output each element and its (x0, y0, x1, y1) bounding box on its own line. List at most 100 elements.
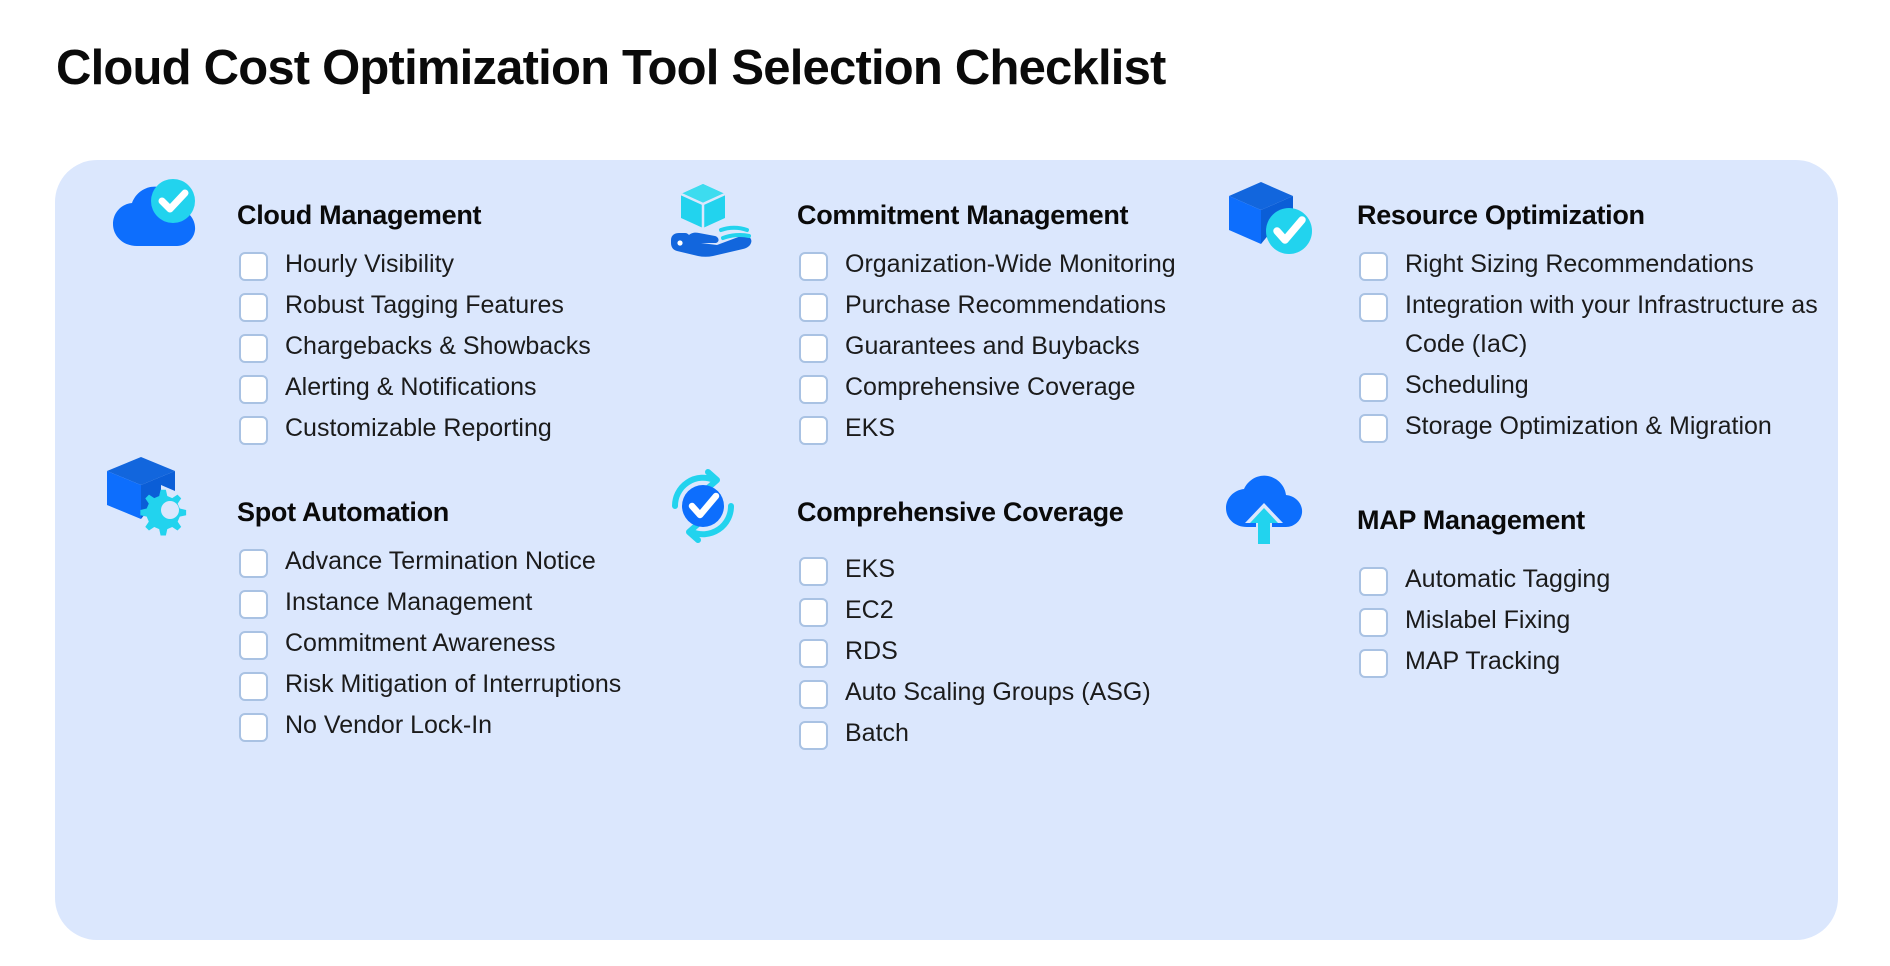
checklist-item[interactable]: Hourly Visibility (239, 250, 669, 284)
section-map-management: MAP Management Automatic Tagging Mislabe… (1226, 455, 1807, 678)
section-header: Spot Automation (107, 455, 667, 536)
checkbox[interactable] (799, 416, 828, 445)
checklist-item[interactable]: Robust Tagging Features (239, 291, 669, 325)
checklist-item[interactable]: EKS (799, 555, 1229, 589)
checklist-item-label: EKS (845, 414, 896, 442)
checklist-item-label: Storage Optimization & Migration (1405, 412, 1772, 440)
checklist-item-label: No Vendor Lock-In (285, 711, 493, 739)
checklist-item[interactable]: Purchase Recommendations (799, 291, 1259, 325)
checklist-infographic: Cloud Cost Optimization Tool Selection C… (0, 0, 1890, 966)
checklist-item[interactable]: Risk Mitigation of Interruptions (239, 670, 669, 704)
checkbox[interactable] (1359, 373, 1388, 402)
checkbox[interactable] (1359, 567, 1388, 596)
section-title: Spot Automation (237, 497, 449, 527)
checklist-item-label: EC2 (845, 596, 894, 624)
checklist-item-label: Robust Tagging Features (285, 291, 564, 319)
cloud-check-icon (107, 178, 203, 260)
checklist-item[interactable]: RDS (799, 637, 1229, 671)
checkbox[interactable] (1359, 252, 1388, 281)
checklist-items: Organization-Wide Monitoring Purchase Re… (799, 250, 1259, 455)
checkbox[interactable] (1359, 649, 1388, 678)
checklist-item[interactable]: No Vendor Lock-In (239, 711, 669, 745)
checkbox[interactable] (799, 375, 828, 404)
checkbox[interactable] (239, 375, 268, 404)
checklist-item[interactable]: Right Sizing Recommendations (1359, 250, 1819, 284)
section-commitment-management: Commitment Management Organization-Wide … (667, 178, 1227, 445)
checklist-item[interactable]: Instance Management (239, 588, 669, 622)
checklist-item[interactable]: Batch (799, 719, 1229, 753)
checklist-item-label: Right Sizing Recommendations (1405, 250, 1754, 278)
checkbox[interactable] (799, 721, 828, 750)
checklist-items: EKS EC2 RDS Auto Scaling Groups (ASG) Ba… (799, 555, 1229, 760)
checklist-item-label: Instance Management (285, 588, 533, 616)
section-title: Cloud Management (237, 200, 482, 230)
checkbox[interactable] (239, 293, 268, 322)
section-title: Resource Optimization (1357, 200, 1645, 230)
checklist-item[interactable]: Storage Optimization & Migration (1359, 412, 1819, 446)
checklist-item-label: Mislabel Fixing (1405, 606, 1571, 634)
section-header: Comprehensive Coverage (667, 455, 1227, 543)
checklist-item-label: Scheduling (1405, 371, 1529, 399)
checkbox[interactable] (239, 672, 268, 701)
checkbox[interactable] (799, 680, 828, 709)
checkbox[interactable] (1359, 414, 1388, 443)
checklist-item[interactable]: Auto Scaling Groups (ASG) (799, 678, 1229, 712)
section-title: MAP Management (1357, 505, 1585, 535)
checklist-item-label: Alerting & Notifications (285, 373, 537, 401)
checklist-item[interactable]: Chargebacks & Showbacks (239, 332, 669, 366)
cloud-upload-icon (1221, 475, 1317, 557)
checklist-item-label: Integration with your Infrastructure as … (1405, 291, 1818, 358)
section-resource-optimization: Resource Optimization Right Sizing Recom… (1227, 178, 1818, 443)
section-title: Comprehensive Coverage (797, 497, 1124, 527)
checklist-item-label: Automatic Tagging (1405, 565, 1611, 593)
checklist-items: Right Sizing Recommendations Integration… (1359, 250, 1819, 453)
checklist-item[interactable]: Comprehensive Coverage (799, 373, 1259, 407)
checklist-card: Cloud Management Hourly Visibility Robus… (55, 160, 1838, 940)
section-comprehensive-coverage: Comprehensive Coverage EKS EC2 RDS Auto … (667, 455, 1227, 750)
checklist-item[interactable]: Organization-Wide Monitoring (799, 250, 1259, 284)
checkbox[interactable] (799, 557, 828, 586)
section-header: MAP Management (1226, 455, 1807, 545)
checklist-item-label: Advance Termination Notice (285, 547, 596, 575)
checkbox[interactable] (799, 598, 828, 627)
checkbox[interactable] (239, 631, 268, 660)
checklist-item[interactable]: Advance Termination Notice (239, 547, 669, 581)
checklist-item-label: Commitment Awareness (285, 629, 556, 657)
checklist-item-label: Batch (845, 719, 909, 747)
checklist-item-label: EKS (845, 555, 896, 583)
checkbox[interactable] (239, 252, 268, 281)
checkbox[interactable] (799, 293, 828, 322)
checkbox[interactable] (239, 590, 268, 619)
box-gear-icon (107, 455, 203, 537)
section-spot-automation: Spot Automation Advance Termination Noti… (107, 455, 667, 742)
checklist-items: Automatic Tagging Mislabel Fixing MAP Tr… (1359, 565, 1789, 688)
section-title: Commitment Management (797, 200, 1129, 230)
checklist-item[interactable]: EC2 (799, 596, 1229, 630)
checkbox[interactable] (239, 713, 268, 742)
section-cloud-management: Cloud Management Hourly Visibility Robus… (107, 178, 667, 445)
checklist-item[interactable]: Automatic Tagging (1359, 565, 1789, 599)
checkbox[interactable] (239, 416, 268, 445)
checklist-item-label: Chargebacks & Showbacks (285, 332, 591, 360)
checkbox[interactable] (1359, 293, 1388, 322)
checklist-item[interactable]: Commitment Awareness (239, 629, 669, 663)
box-check-icon (1227, 178, 1323, 260)
checkbox[interactable] (1359, 608, 1388, 637)
checklist-item[interactable]: Mislabel Fixing (1359, 606, 1789, 640)
checkbox[interactable] (799, 334, 828, 363)
checklist-item-label: Auto Scaling Groups (ASG) (845, 678, 1151, 706)
checkbox[interactable] (799, 252, 828, 281)
checkbox[interactable] (239, 549, 268, 578)
checklist-item[interactable]: Guarantees and Buybacks (799, 332, 1259, 366)
checklist-grid: Cloud Management Hourly Visibility Robus… (55, 160, 1838, 940)
checklist-item[interactable]: EKS (799, 414, 1259, 448)
checklist-item[interactable]: MAP Tracking (1359, 647, 1789, 681)
checklist-item[interactable]: Customizable Reporting (239, 414, 669, 448)
checklist-item-label: Guarantees and Buybacks (845, 332, 1140, 360)
checkbox[interactable] (799, 639, 828, 668)
checklist-items: Advance Termination Notice Instance Mana… (239, 547, 669, 752)
checkbox[interactable] (239, 334, 268, 363)
checklist-item[interactable]: Integration with your Infrastructure as … (1359, 291, 1819, 364)
checklist-item[interactable]: Scheduling (1359, 371, 1819, 405)
checklist-item[interactable]: Alerting & Notifications (239, 373, 669, 407)
